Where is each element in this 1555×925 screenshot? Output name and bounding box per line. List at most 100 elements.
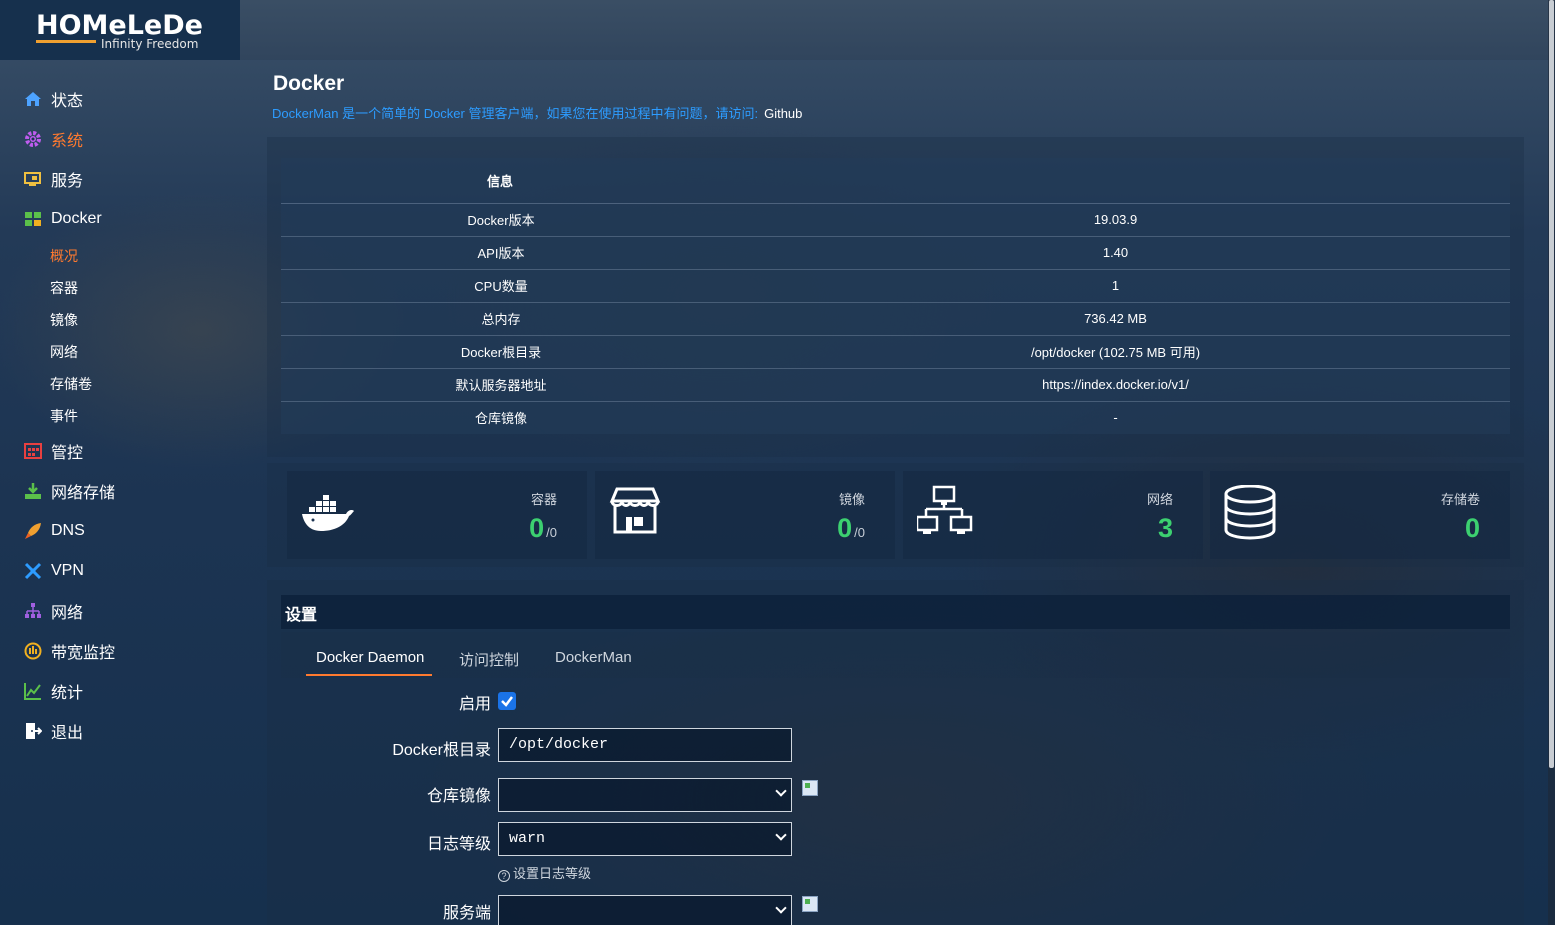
sidebar-item-system[interactable]: 系统 bbox=[24, 127, 83, 151]
enable-label: 启用 bbox=[458, 696, 491, 713]
server-select[interactable] bbox=[498, 895, 792, 925]
info-value: 1.40 bbox=[721, 235, 1510, 269]
gear-icon bbox=[25, 131, 41, 147]
docker-grid-icon bbox=[25, 212, 41, 226]
sidebar-subitem-images[interactable]: 镜像 bbox=[50, 310, 78, 330]
tab-dockerman[interactable]: DockerMan bbox=[555, 649, 632, 666]
sidebar-item-status[interactable]: 状态 bbox=[24, 87, 83, 111]
logo-underline bbox=[36, 40, 96, 43]
stat-value: 0 bbox=[1465, 513, 1480, 544]
info-key: 总内存 bbox=[281, 301, 721, 335]
logout-icon bbox=[26, 723, 42, 739]
scrollbar-thumb[interactable] bbox=[1549, 0, 1554, 768]
sidebar-item-label: 统计 bbox=[51, 685, 84, 702]
sidebar-item-dns[interactable]: DNS bbox=[24, 519, 85, 543]
github-link[interactable]: Github bbox=[764, 106, 802, 121]
logo[interactable]: HOMeLeDe Infinity Freedom bbox=[0, 0, 240, 60]
store-icon bbox=[609, 487, 661, 534]
sidebar-item-label: 服务 bbox=[51, 173, 84, 190]
sidebar-item-label: 带宽监控 bbox=[51, 645, 116, 662]
stat-card-containers[interactable]: 容器 0/0 bbox=[287, 471, 587, 559]
home-icon bbox=[25, 92, 41, 106]
network-storage-icon bbox=[25, 483, 41, 499]
sidebar-item-label: 管控 bbox=[51, 445, 84, 462]
log-level-select[interactable]: warn bbox=[498, 822, 792, 856]
sidebar-item-network[interactable]: 网络 bbox=[24, 599, 83, 623]
info-header: 信息 bbox=[281, 158, 1510, 204]
enable-checkbox[interactable] bbox=[498, 692, 516, 710]
chevron-down-icon bbox=[775, 829, 787, 841]
database-icon bbox=[1224, 485, 1276, 540]
stat-total: /0 bbox=[854, 525, 865, 540]
registry-mirror-select[interactable] bbox=[498, 778, 792, 812]
table-row: API版本 1.40 bbox=[281, 235, 1510, 269]
table-row: 默认服务器地址 https://index.docker.io/v1/ bbox=[281, 367, 1510, 401]
page-title: Docker bbox=[273, 72, 345, 95]
sidebar-item-network-storage[interactable]: 网络存储 bbox=[24, 479, 115, 503]
log-level-value: warn bbox=[509, 830, 546, 847]
log-level-label: 日志等级 bbox=[426, 836, 491, 853]
docker-whale-icon bbox=[302, 495, 354, 531]
sidebar-item-label: DNS bbox=[51, 522, 85, 539]
stat-card-images[interactable]: 镜像 0/0 bbox=[595, 471, 895, 559]
registry-mirror-label: 仓库镜像 bbox=[426, 788, 491, 805]
vpn-icon bbox=[24, 562, 42, 580]
info-key: Docker根目录 bbox=[281, 334, 721, 368]
stat-card-volumes[interactable]: 存储卷 0 bbox=[1210, 471, 1510, 559]
add-entry-icon[interactable] bbox=[802, 896, 818, 912]
page-description: DockerMan 是一个简单的 Docker 管理客户端，如果您在使用过程中有… bbox=[272, 103, 802, 122]
sidebar-item-label: 状态 bbox=[51, 93, 84, 110]
chevron-down-icon bbox=[775, 785, 787, 797]
sidebar-item-label: 退出 bbox=[51, 725, 84, 742]
sidebar-item-logout[interactable]: 退出 bbox=[24, 719, 83, 743]
info-key: 默认服务器地址 bbox=[281, 367, 721, 401]
sidebar-subitem-containers[interactable]: 容器 bbox=[50, 278, 78, 298]
sidebar-item-services[interactable]: 服务 bbox=[24, 167, 83, 191]
settings-title: 设置 bbox=[281, 595, 1510, 629]
stat-card-networks[interactable]: 网络 3 bbox=[903, 471, 1203, 559]
page-description-text: DockerMan 是一个简单的 Docker 管理客户端，如果您在使用过程中有… bbox=[272, 106, 759, 121]
tab-access-control[interactable]: 访问控制 bbox=[459, 649, 519, 670]
info-table: 信息 Docker版本 19.03.9 API版本 1.40 CPU数量 1 总内存 7… bbox=[281, 158, 1510, 434]
stat-number: 0 bbox=[837, 513, 853, 543]
chevron-down-icon bbox=[775, 902, 787, 914]
sidebar-subitem-events[interactable]: 事件 bbox=[50, 406, 78, 426]
sidebar-item-control[interactable]: 管控 bbox=[24, 439, 83, 463]
stat-value: 3 bbox=[1158, 513, 1173, 544]
sidebar-item-statistics[interactable]: 统计 bbox=[24, 679, 83, 703]
info-value: https://index.docker.io/v1/ bbox=[721, 367, 1510, 401]
network-icon bbox=[25, 603, 41, 618]
sidebar-item-vpn[interactable]: VPN bbox=[24, 559, 84, 583]
info-value: 1 bbox=[721, 268, 1510, 302]
chart-icon bbox=[24, 683, 41, 700]
stat-title: 容器 bbox=[530, 492, 557, 507]
tab-docker-daemon[interactable]: Docker Daemon bbox=[316, 649, 424, 666]
table-row: 总内存 736.42 MB bbox=[281, 301, 1510, 335]
docker-root-input[interactable]: /opt/docker bbox=[498, 728, 792, 762]
stat-value: 0/0 bbox=[837, 513, 865, 544]
table-row: CPU数量 1 bbox=[281, 268, 1510, 302]
checkmark-icon bbox=[501, 696, 513, 707]
log-level-hint: ? 设置日志等级 bbox=[498, 863, 591, 882]
sidebar-subitem-networks[interactable]: 网络 bbox=[50, 342, 78, 362]
info-key: CPU数量 bbox=[281, 268, 721, 302]
sidebar-item-label: 网络 bbox=[51, 605, 84, 622]
server-label: 服务端 bbox=[442, 905, 491, 922]
sidebar-item-bandwidth[interactable]: 带宽监控 bbox=[24, 639, 115, 663]
info-value: 19.03.9 bbox=[721, 202, 1510, 236]
sidebar-subitem-overview[interactable]: 概况 bbox=[50, 246, 78, 266]
info-value: /opt/docker (102.75 MB 可用) bbox=[721, 334, 1510, 368]
info-value: - bbox=[721, 400, 1510, 434]
stat-number: 3 bbox=[1157, 513, 1173, 543]
sidebar-subitem-volumes[interactable]: 存储卷 bbox=[50, 374, 92, 394]
bandwidth-icon bbox=[24, 642, 42, 660]
add-entry-icon[interactable] bbox=[802, 780, 818, 796]
scrollbar[interactable] bbox=[1548, 0, 1555, 925]
table-row: Docker版本 19.03.9 bbox=[281, 202, 1510, 236]
docker-root-label: Docker根目录 bbox=[392, 742, 491, 759]
active-tab-indicator bbox=[306, 674, 432, 676]
services-icon bbox=[24, 172, 41, 186]
sidebar-item-label: Docker bbox=[51, 210, 102, 227]
sidebar-item-docker[interactable]: Docker bbox=[24, 207, 102, 231]
table-row: 仓库镜像 - bbox=[281, 400, 1510, 434]
